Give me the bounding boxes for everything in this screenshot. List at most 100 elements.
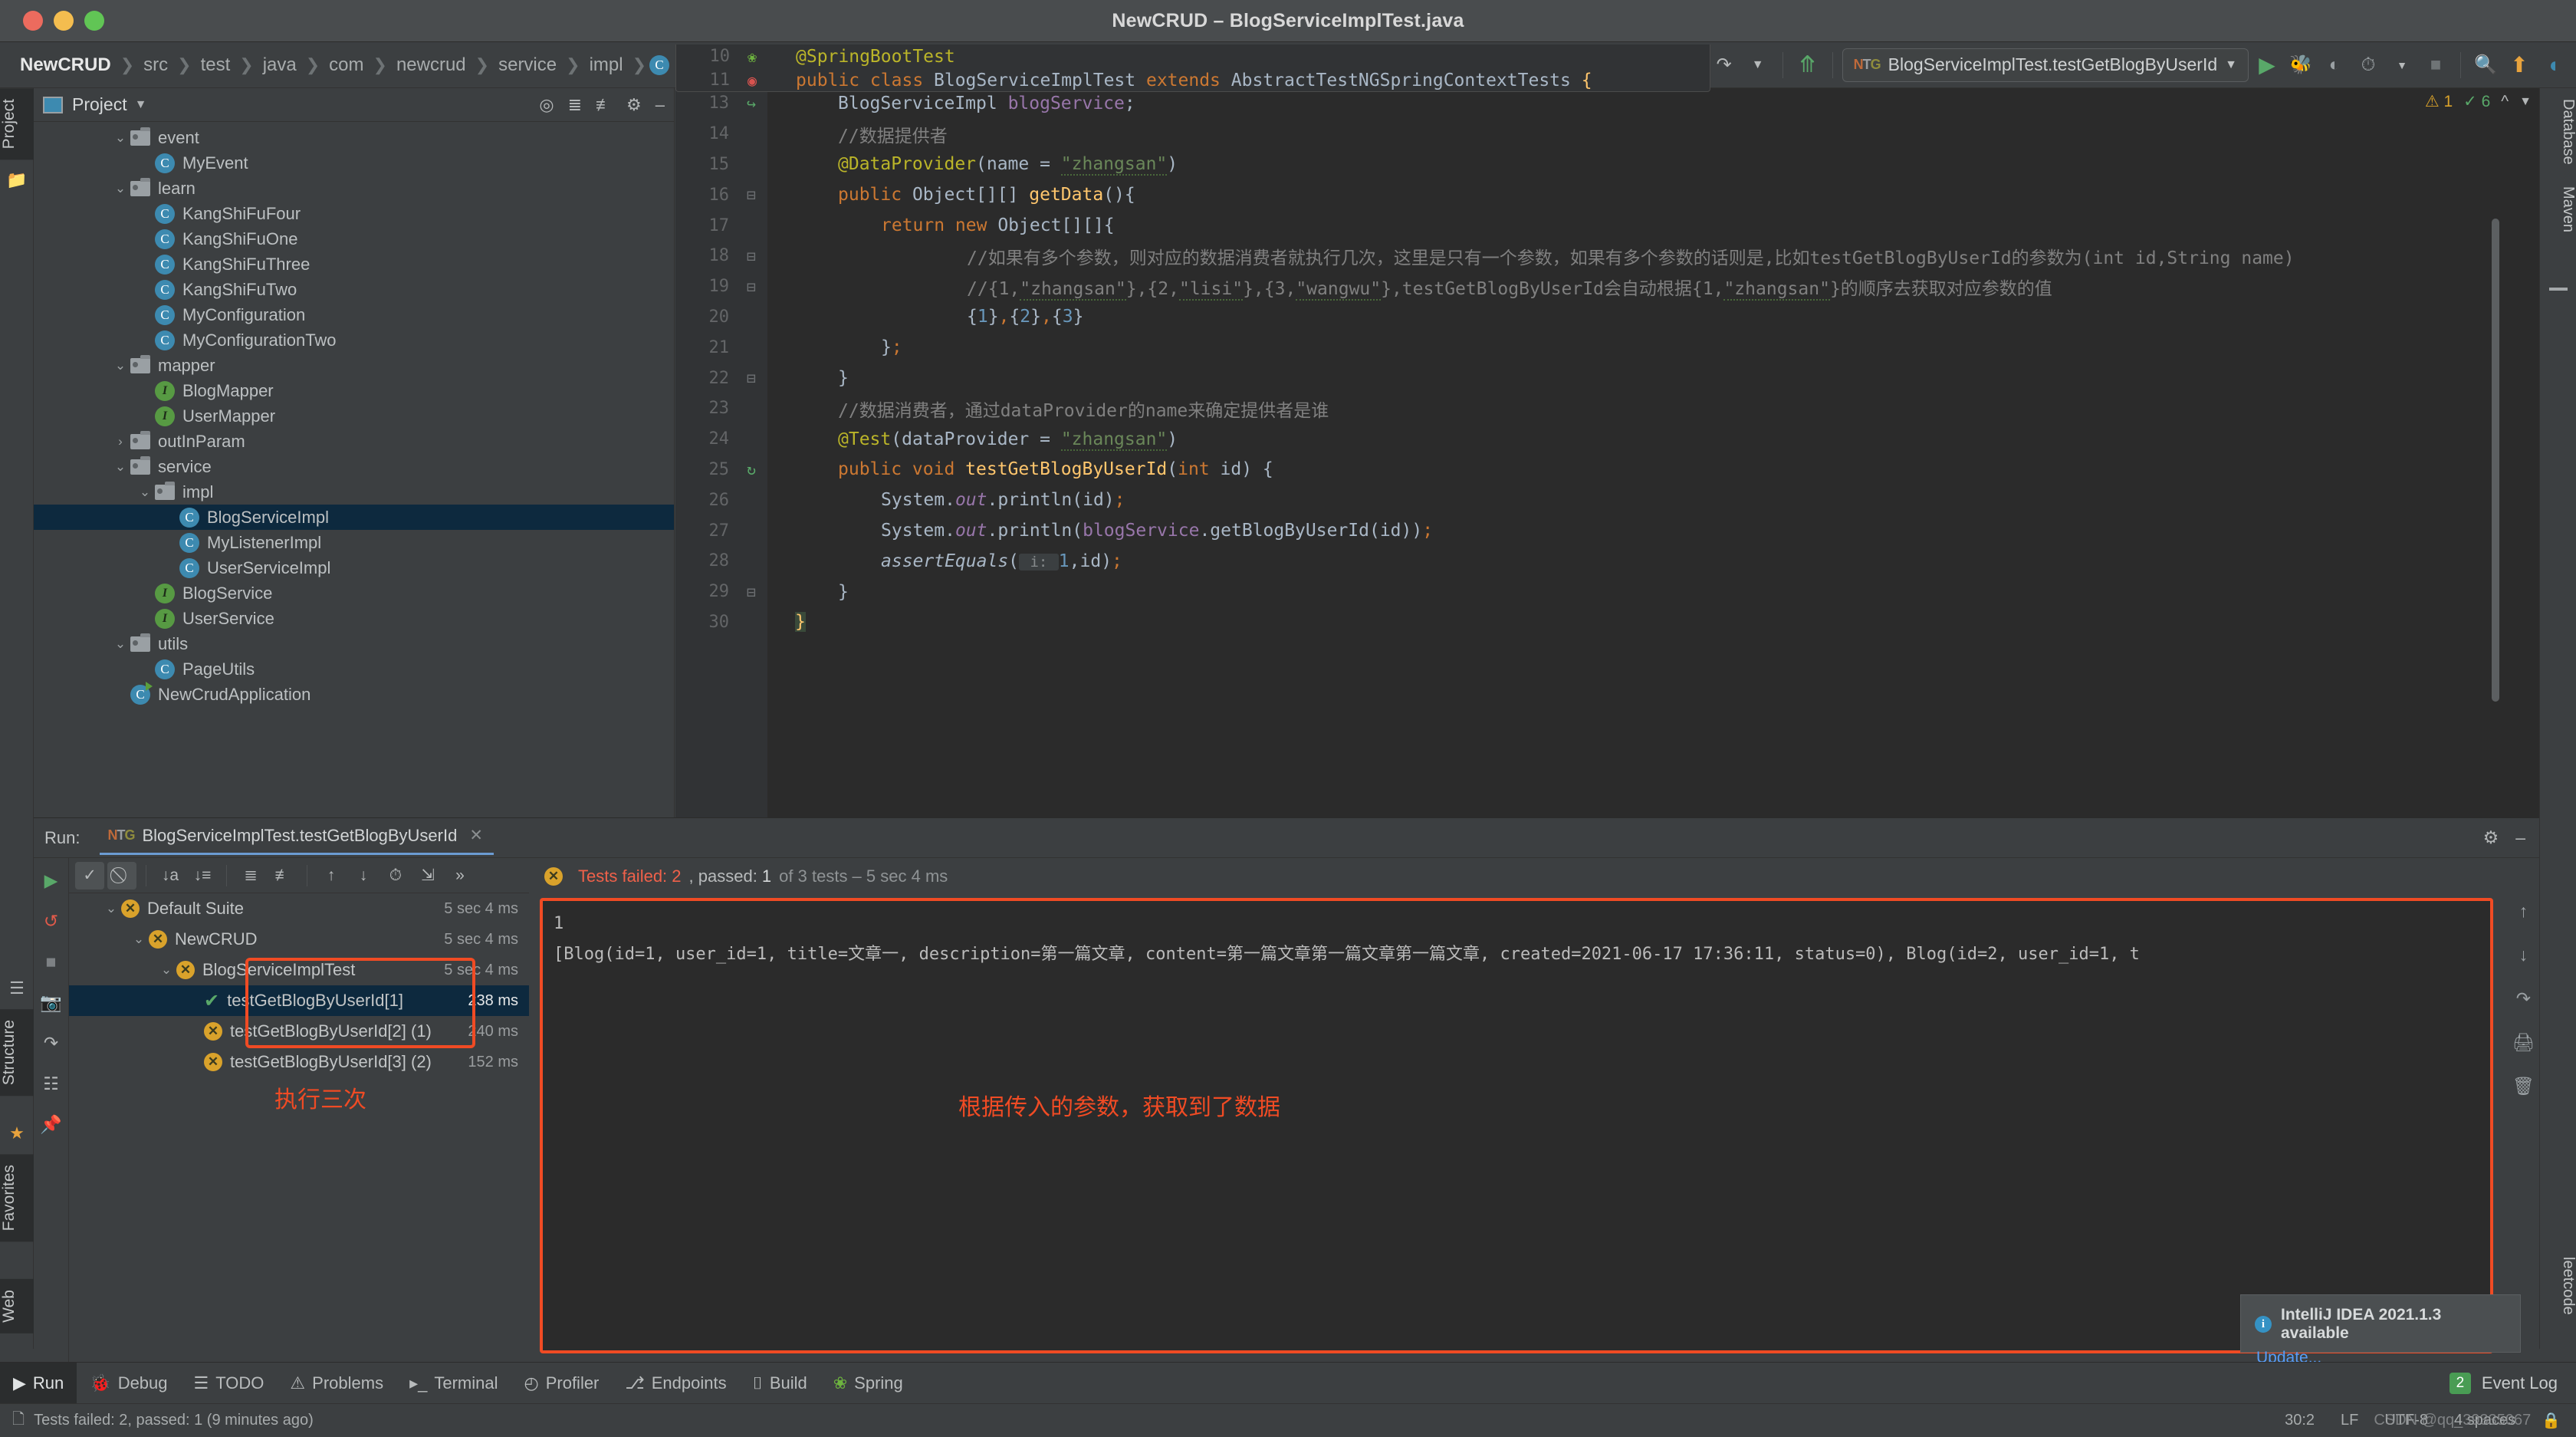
collapse-all-icon[interactable]: ≢	[596, 95, 613, 115]
chevron-up-icon[interactable]: ^	[2501, 93, 2509, 111]
project-tree-item[interactable]: C KangShiFuOne	[34, 226, 674, 252]
test-tree-item[interactable]: ⌄ ✕ BlogServiceImplTest 5 sec 4 ms	[69, 955, 529, 985]
project-tree-item[interactable]: C UserServiceImpl	[34, 555, 674, 580]
project-tree-item[interactable]: C PageUtils	[34, 656, 674, 682]
spring-icon[interactable]: ❀	[736, 48, 768, 66]
chevron-down-icon[interactable]: ▼	[2225, 58, 2237, 72]
project-tree-item[interactable]: C MyConfiguration	[34, 302, 674, 327]
run-tab[interactable]: NTG BlogServiceImplTest.testGetBlogByUse…	[100, 821, 494, 855]
chevron-down-icon[interactable]: ⌄	[101, 901, 121, 916]
sidebar-item-database[interactable]: Database	[2540, 88, 2576, 176]
bottom-bar-item-todo[interactable]: ☰ TODO	[181, 1363, 278, 1404]
build-icon[interactable]: ⤊	[1792, 48, 1823, 82]
breadcrumb-item-src[interactable]: src	[137, 54, 174, 76]
fold-minus[interactable]: ⊟	[735, 583, 767, 601]
test-tree-item[interactable]: ⌄ ✕ NewCRUD 5 sec 4 ms	[69, 924, 529, 955]
hide-icon[interactable]: –	[656, 95, 665, 115]
project-tree-item[interactable]: C NewCrudApplication	[34, 681, 674, 707]
pin-icon[interactable]: 📌	[40, 1114, 62, 1135]
fold-minus[interactable]: ⊟	[735, 369, 767, 387]
chevron-down-icon[interactable]: ⌄	[135, 485, 155, 500]
breadcrumb-item-service[interactable]: service	[492, 54, 563, 76]
history-icon[interactable]: ⏱	[381, 862, 410, 889]
project-tree-item[interactable]: I BlogService	[34, 580, 674, 606]
update-icon[interactable]: ⬆	[2504, 48, 2535, 82]
fold-minus[interactable]: ⊟	[735, 186, 767, 204]
project-tree-item[interactable]: C KangShiFuFour	[34, 201, 674, 226]
sort-duration-icon[interactable]: ↓≡	[188, 862, 217, 889]
sidebar-item-web[interactable]: Web	[0, 1279, 34, 1333]
stop-button[interactable]: ■	[2420, 48, 2451, 82]
inspection-widget[interactable]: ⚠ 1 ✓ 6 ^ ▼	[2425, 92, 2532, 111]
project-tree-item[interactable]: ⌄ learn	[34, 176, 674, 201]
rerun-failed-icon[interactable]: ↺	[44, 911, 58, 932]
chevron-down-icon[interactable]: ⌄	[110, 130, 130, 146]
breadcrumb-item-newcrud[interactable]: newcrud	[390, 54, 472, 76]
expand-all-icon[interactable]: ≣	[236, 862, 265, 889]
chevron-down-icon[interactable]: ⌄	[110, 181, 130, 196]
breadcrumb-item-java[interactable]: java	[257, 54, 303, 76]
scroll-down-icon[interactable]: ↓	[2519, 945, 2528, 965]
project-tree-item[interactable]: I UserService	[34, 606, 674, 631]
project-tree-item[interactable]: I BlogMapper	[34, 378, 674, 403]
bottom-bar-item-terminal[interactable]: ▸_ Terminal	[396, 1363, 511, 1404]
project-tree-item[interactable]: C KangShiFuTwo	[34, 277, 674, 302]
chevron-down-icon[interactable]: ▼	[1743, 48, 1773, 82]
project-tree-item[interactable]: C MyEvent	[34, 150, 674, 176]
stop-icon[interactable]: ■	[46, 952, 57, 972]
breadcrumb-item-impl[interactable]: impl	[583, 54, 629, 76]
project-tree-item[interactable]: ⌄ mapper	[34, 353, 674, 378]
collapse-all-icon[interactable]: ≢	[268, 862, 297, 889]
chevron-down-icon[interactable]: ⌄	[110, 636, 130, 652]
print-icon[interactable]: 🖨	[2512, 1032, 2535, 1053]
locate-icon[interactable]: ◎	[539, 95, 554, 115]
folder-icon[interactable]: 📁	[0, 159, 34, 201]
bottom-bar-item-endpoints[interactable]: ⎇ Endpoints	[612, 1363, 739, 1404]
ide-icon[interactable]: ◖	[2538, 48, 2568, 82]
bottom-bar-item-spring[interactable]: ❀ Spring	[820, 1363, 916, 1404]
chevron-down-icon[interactable]: ⌄	[110, 459, 130, 475]
breadcrumb-item-project[interactable]: NewCRUD	[14, 54, 117, 76]
bottom-bar-item-run[interactable]: ▶ Run	[0, 1362, 77, 1404]
encoding-indicator[interactable]: UTF-8 CSDN @qq_39335067	[2374, 1412, 2531, 1429]
project-tree-item[interactable]: C BlogServiceImpl	[34, 505, 674, 530]
close-icon[interactable]: ✕	[469, 826, 483, 845]
sidebar-item-project[interactable]: Project	[0, 88, 34, 160]
code-editor[interactable]: 13 ↪ BlogServiceImpl blogService; 14//数据提供者…	[675, 88, 2539, 817]
run-configuration-selector[interactable]: NTG BlogServiceImplTest.testGetBlogByUse…	[1842, 48, 2249, 82]
chevron-down-icon[interactable]: ⌄	[110, 358, 130, 373]
chevron-right-icon[interactable]: ›	[110, 434, 130, 449]
run-button[interactable]: ▶	[2252, 48, 2282, 82]
export-icon[interactable]: ⇲	[413, 862, 442, 889]
chevron-down-icon[interactable]: ⌄	[129, 932, 149, 947]
sidebar-item-maven[interactable]: Maven	[2540, 176, 2576, 243]
project-tree-item[interactable]: ⌄ event	[34, 125, 674, 150]
minimize-icon[interactable]: –	[2515, 827, 2525, 848]
project-tree-item[interactable]: ⌄ impl	[34, 479, 674, 505]
test-tree[interactable]: ⌄ ✕ Default Suite 5 sec 4 ms ⌄ ✕ NewCRUD 5 sec …	[69, 893, 529, 1077]
bottom-bar-item-debug[interactable]: 🐞 Debug	[77, 1363, 180, 1404]
project-tree-item[interactable]: I UserMapper	[34, 403, 674, 429]
lock-icon[interactable]: 🔒	[2542, 1411, 2561, 1430]
scroll-up-icon[interactable]: ↑	[2519, 901, 2528, 922]
gear-icon[interactable]: ⚙	[2483, 827, 2499, 848]
test-tree-item[interactable]: ✕ testGetBlogByUserId[3] (2) 152 ms	[69, 1047, 529, 1077]
thread-dump-icon[interactable]: ↷	[44, 1033, 58, 1054]
project-tree-item[interactable]: C MyListenerImpl	[34, 530, 674, 555]
profile-button[interactable]: ⏱	[2353, 48, 2384, 82]
gear-icon[interactable]: ⚙	[626, 95, 642, 115]
project-tree[interactable]: ⌄ event C MyEvent ⌄ learn C KangShiFuFour C KangS…	[34, 122, 674, 816]
console-output[interactable]: 1 [Blog(id=1, user_id=1, title=文章一, desc…	[540, 898, 2493, 1353]
project-tree-item[interactable]: C KangShiFuThree	[34, 252, 674, 277]
sort-alpha-icon[interactable]: ↓a	[156, 862, 185, 889]
more-icon[interactable]: »	[445, 862, 475, 889]
warning-count[interactable]: ⚠ 1	[2425, 92, 2453, 111]
structure-icon[interactable]: ☰	[0, 968, 34, 1009]
check-count[interactable]: ✓ 6	[2463, 92, 2490, 111]
console-icon[interactable]: ☷	[43, 1074, 59, 1094]
sidebar-item-leetcode[interactable]: leetcode	[2540, 1246, 2576, 1326]
hide-ignored-icon[interactable]: ⃠	[107, 861, 136, 889]
caret-position[interactable]: 30:2	[2285, 1412, 2315, 1429]
vcs-branch-icon[interactable]: ↷	[1709, 48, 1740, 82]
project-tree-item[interactable]: ⌄ utils	[34, 631, 674, 656]
